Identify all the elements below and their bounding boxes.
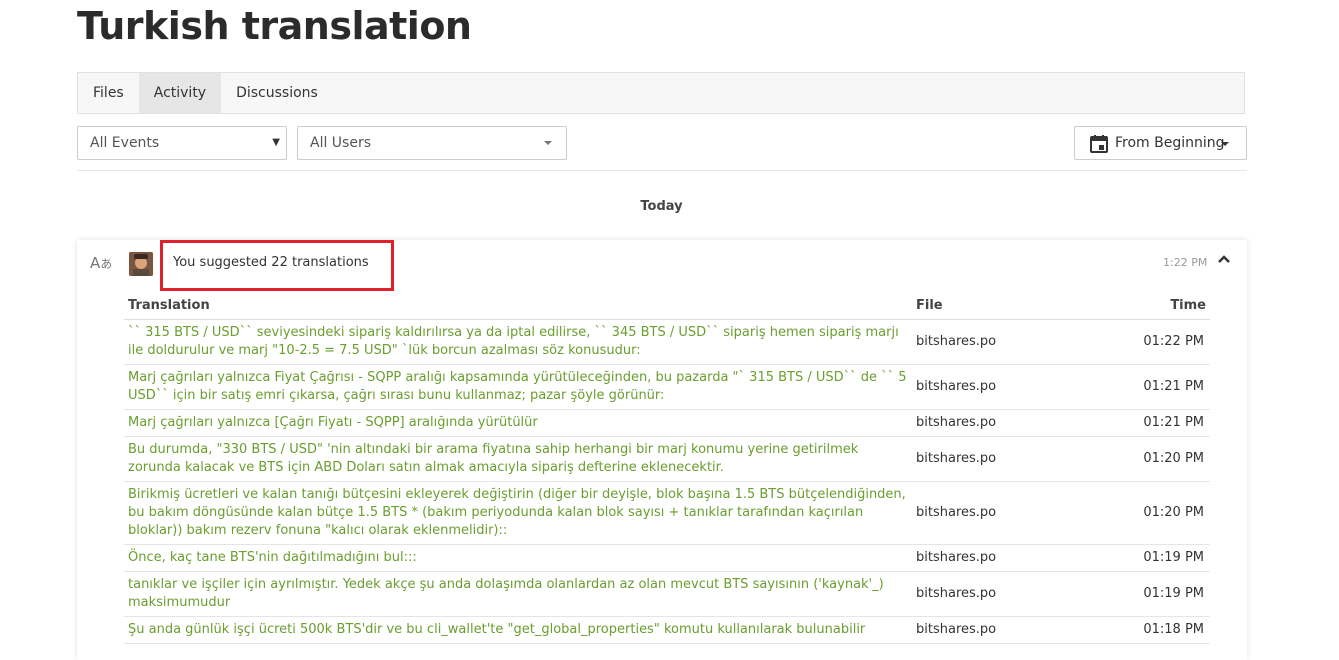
tab-activity[interactable]: Activity	[138, 73, 222, 113]
row-time: 01:19 PM	[1110, 571, 1210, 617]
translation-text[interactable]: Marj çağrıları yalnızca [Çağrı Fiyatı - …	[124, 409, 912, 437]
row-time: 01:18 PM	[1110, 616, 1210, 644]
file-name: bitshares.po	[912, 544, 1110, 572]
table-row[interactable]: `` 315 BTS / USD`` seviyesindeki sipariş…	[124, 319, 1210, 365]
translations-table: Translation File Time `` 315 BTS / USD``…	[124, 294, 1210, 644]
tab-files[interactable]: Files	[78, 73, 139, 113]
caret-down-icon	[1221, 142, 1229, 146]
translation-text[interactable]: Önce, kaç tane BTS'nin dağıtılmadığını b…	[124, 544, 912, 572]
activity-summary: You suggested 22 translations	[173, 255, 369, 270]
row-time: 01:21 PM	[1110, 409, 1210, 437]
table-row[interactable]: Bu durumda, "330 BTS / USD" 'nin altında…	[124, 436, 1210, 482]
translation-text[interactable]: Marj çağrıları yalnızca Fiyat Çağrısı - …	[124, 364, 912, 410]
row-time: 01:22 PM	[1110, 319, 1210, 365]
translation-text[interactable]: tanıklar ve işçiler için ayrılmıştır. Ye…	[124, 571, 912, 617]
page-title: Turkish translation	[77, 4, 472, 48]
translation-text[interactable]: `` 315 BTS / USD`` seviyesindeki sipariş…	[124, 319, 912, 365]
file-name: bitshares.po	[912, 409, 1110, 437]
column-header-translation: Translation	[124, 294, 912, 320]
file-name: bitshares.po	[912, 319, 1110, 365]
users-filter-value: All Users	[310, 135, 372, 151]
file-name: bitshares.po	[912, 616, 1110, 644]
row-time: 01:19 PM	[1110, 544, 1210, 572]
table-row[interactable]: Birikmiş ücretleri ve kalan tanığı bütçe…	[124, 481, 1210, 545]
calendar-icon	[1090, 135, 1108, 153]
table-row[interactable]: Marj çağrıları yalnızca [Çağrı Fiyatı - …	[124, 409, 1210, 437]
file-name: bitshares.po	[912, 364, 1110, 410]
row-time: 01:20 PM	[1110, 481, 1210, 545]
events-filter-select[interactable]: All Events ▼	[77, 126, 287, 160]
table-row[interactable]: Önce, kaç tane BTS'nin dağıtılmadığını b…	[124, 544, 1210, 572]
table-header-row: Translation File Time	[124, 294, 1210, 320]
file-name: bitshares.po	[912, 481, 1110, 545]
caret-down-icon	[544, 141, 552, 145]
activity-time: 1:22 PM	[1163, 256, 1208, 269]
file-name: bitshares.po	[912, 571, 1110, 617]
date-range-button[interactable]: From Beginning	[1074, 126, 1247, 160]
table-row[interactable]: Marj çağrıları yalnızca Fiyat Çağrısı - …	[124, 364, 1210, 410]
tab-discussions[interactable]: Discussions	[221, 73, 333, 113]
events-filter-value: All Events	[90, 135, 160, 151]
row-time: 01:20 PM	[1110, 436, 1210, 482]
translation-text[interactable]: Birikmiş ücretleri ve kalan tanığı bütçe…	[124, 481, 912, 545]
table-row[interactable]: tanıklar ve işçiler için ayrılmıştır. Ye…	[124, 571, 1210, 617]
chevron-up-icon[interactable]	[1217, 254, 1231, 264]
row-time: 01:21 PM	[1110, 364, 1210, 410]
translate-icon: Aあ	[90, 254, 113, 272]
column-header-time: Time	[1110, 294, 1210, 320]
translation-text[interactable]: Şu anda günlük işçi ücreti 500k BTS'dir …	[124, 616, 912, 644]
table-row[interactable]: Şu anda günlük işçi ücreti 500k BTS'dir …	[124, 616, 1210, 644]
column-header-file: File	[912, 294, 1110, 320]
avatar	[129, 252, 153, 276]
translation-text[interactable]: Bu durumda, "330 BTS / USD" 'nin altında…	[124, 436, 912, 482]
users-filter-select[interactable]: All Users	[297, 126, 567, 160]
date-range-label: From Beginning	[1115, 135, 1225, 151]
caret-down-icon: ▼	[272, 137, 280, 148]
divider	[77, 170, 1247, 171]
date-section-label: Today	[640, 199, 683, 214]
file-name: bitshares.po	[912, 436, 1110, 482]
tab-bar: Files Activity Discussions	[77, 72, 1245, 114]
